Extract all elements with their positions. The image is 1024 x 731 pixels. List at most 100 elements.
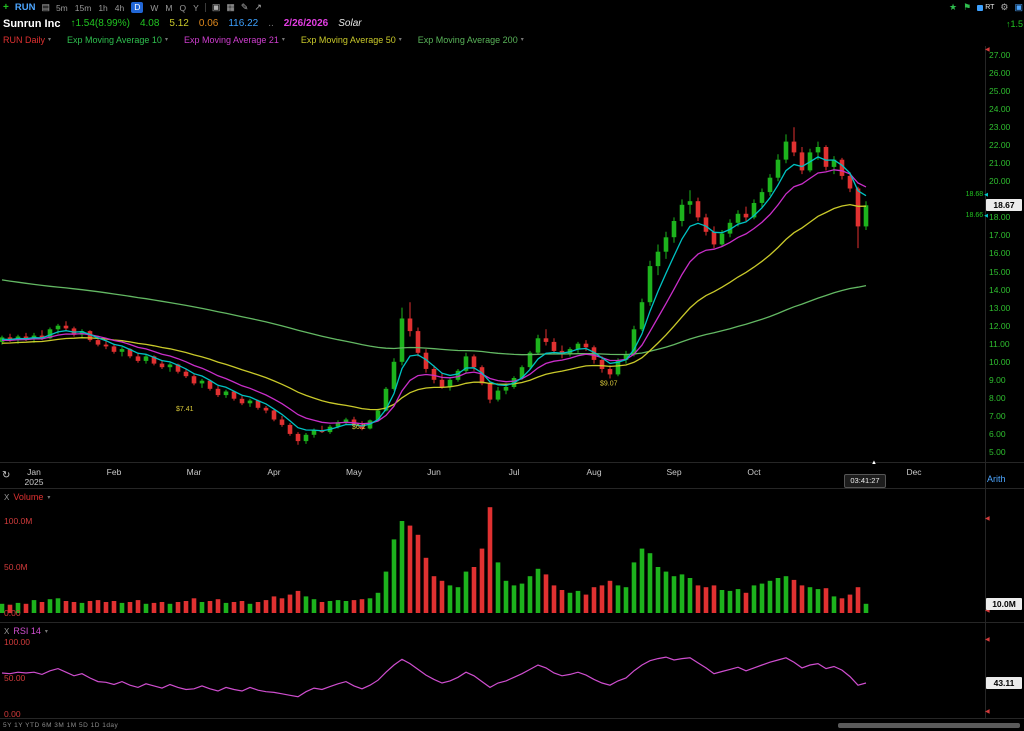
- price-axis-label: 13.00: [989, 303, 1010, 313]
- alert-marker-icon: ◀: [985, 47, 990, 53]
- rsi-pane[interactable]: X RSI 14 ▾ 100.0050.000.00 ◀ ◀ 43.11: [0, 622, 1024, 719]
- legend-item[interactable]: RUN Daily▾: [3, 35, 51, 45]
- add-symbol-icon[interactable]: +: [3, 2, 9, 13]
- month-label: Jun: [421, 467, 447, 477]
- month-label: Jul: [501, 467, 527, 477]
- rsi-axis-label: 50.00: [4, 673, 25, 683]
- indicator-legend: RUN Daily▾Exp Moving Average 10▾Exp Movi…: [0, 33, 1024, 46]
- price-axis-label: 10.00: [989, 357, 1010, 367]
- favorite-star-icon[interactable]: ★: [949, 2, 957, 13]
- price-axis-label: 5.00: [989, 447, 1006, 457]
- candlestick-chart[interactable]: $7.41$6.2$9.07: [0, 46, 985, 462]
- timeframe-m[interactable]: M: [165, 3, 172, 13]
- timeframe-1h[interactable]: 1h: [98, 3, 107, 13]
- scale-type-label[interactable]: Arith: [987, 474, 1006, 484]
- flag-icon[interactable]: ⚑: [963, 2, 971, 13]
- volume-bars[interactable]: [0, 489, 985, 622]
- year-label: 2025: [21, 477, 47, 487]
- month-label: Feb: [101, 467, 127, 477]
- timeframe-4h[interactable]: 4h: [115, 3, 124, 13]
- price-axis[interactable]: 27.0026.0025.0024.0023.0022.0021.0020.00…: [985, 46, 1024, 462]
- quote-separator: ..: [268, 18, 274, 29]
- price-axis-label: 24.00: [989, 104, 1010, 114]
- caret-down-icon: ▾: [165, 36, 168, 43]
- drawing-tools-icon[interactable]: ✎: [241, 2, 249, 13]
- reset-chart-icon[interactable]: ↻: [2, 470, 10, 481]
- stat-4: 116.22: [228, 18, 258, 29]
- layout-icon[interactable]: ▦: [226, 2, 235, 13]
- realtime-badge[interactable]: RT: [977, 4, 994, 11]
- timeframe-y[interactable]: Y: [193, 3, 199, 13]
- caret-down-icon: ▾: [48, 36, 51, 43]
- remove-rsi-button[interactable]: X: [4, 627, 9, 636]
- rsi-value-badge: 43.11: [986, 677, 1022, 689]
- alert-marker-icon: ◀: [985, 516, 990, 522]
- company-name: Sunrun Inc: [3, 18, 60, 30]
- volume-axis-label: 50.0M: [4, 562, 28, 572]
- price-axis-label: 16.00: [989, 248, 1010, 258]
- volume-pane[interactable]: X Volume ▾ 100.0M50.0M0.00 ◀ ◀ 10.0M: [0, 488, 1024, 622]
- quote-bar: Sunrun Inc ↑1.54(8.99%) 4.08 5.12 0.06 1…: [0, 15, 1024, 32]
- bid-price-label: 18.66◀: [946, 212, 988, 219]
- legend-item[interactable]: Exp Moving Average 21▾: [184, 35, 285, 45]
- legend-item-label: Exp Moving Average 200: [418, 35, 518, 45]
- timeframe-15m[interactable]: 15m: [75, 3, 92, 13]
- share-icon[interactable]: ↗: [254, 2, 262, 13]
- caret-down-icon: ▾: [45, 628, 48, 635]
- alert-marker-icon: ◀: [985, 709, 990, 715]
- symbol-menu-icon[interactable]: ▤: [41, 2, 50, 13]
- remove-volume-button[interactable]: X: [4, 493, 9, 502]
- month-label: Mar: [181, 467, 207, 477]
- countdown-timer: 03:41:27: [844, 474, 886, 488]
- ask-price-label: 18.68◀: [946, 191, 988, 198]
- legend-item-label: Exp Moving Average 21: [184, 35, 279, 45]
- price-change: ↑1.54(8.99%): [70, 18, 129, 29]
- settings-gear-icon[interactable]: ⚙: [1000, 2, 1008, 13]
- sector-label: Solar: [338, 18, 361, 29]
- volume-header[interactable]: X Volume ▾: [4, 492, 50, 502]
- snapshot-icon[interactable]: ▣: [212, 2, 221, 13]
- ask-arrow-icon: ◀: [984, 192, 988, 198]
- toolbar: + RUN ▤ 5m15m1h4hDWMQY ▣ ▦ ✎ ↗ ★ ⚑ RT ⚙ …: [0, 0, 1024, 15]
- svg-text:$9.07: $9.07: [600, 381, 618, 388]
- stat-1: 4.08: [140, 18, 159, 29]
- price-axis-label: 7.00: [989, 411, 1006, 421]
- price-axis-label: 27.00: [989, 50, 1010, 60]
- legend-item-label: Exp Moving Average 10: [67, 35, 162, 45]
- caret-down-icon: ▾: [521, 36, 524, 43]
- chat-icon[interactable]: ▣: [1014, 2, 1023, 13]
- mini-change: ↑1.5: [1006, 19, 1023, 29]
- bid-arrow-icon: ◀: [984, 213, 988, 219]
- rsi-header[interactable]: X RSI 14 ▾: [4, 626, 48, 636]
- price-axis-label: 26.00: [989, 68, 1010, 78]
- month-label: Aug: [581, 467, 607, 477]
- month-label: Dec: [901, 467, 927, 477]
- horizontal-scrollbar[interactable]: [838, 723, 1020, 728]
- range-shortcuts[interactable]: 5Y 1Y YTD 6M 3M 1M 5D 1D 1day: [3, 722, 118, 729]
- earnings-date: 2/26/2026: [284, 18, 329, 29]
- price-chart-pane[interactable]: $7.41$6.2$9.07 27.0026.0025.0024.0023.00…: [0, 46, 1024, 462]
- price-axis-label: 14.00: [989, 285, 1010, 295]
- price-axis-label: 20.00: [989, 176, 1010, 186]
- stat-2: 5.12: [169, 18, 188, 29]
- legend-item[interactable]: Exp Moving Average 50▾: [301, 35, 402, 45]
- rsi-indicator-label[interactable]: RSI 14: [13, 626, 41, 636]
- volume-indicator-label[interactable]: Volume: [13, 492, 43, 502]
- symbol-ticker[interactable]: RUN: [15, 2, 36, 13]
- price-axis-label: 25.00: [989, 86, 1010, 96]
- current-bar-marker-icon: ▲: [871, 460, 877, 466]
- rsi-line-chart[interactable]: [0, 623, 985, 719]
- caret-down-icon: ▾: [399, 36, 402, 43]
- legend-item-label: Exp Moving Average 50: [301, 35, 396, 45]
- timeframe-d[interactable]: D: [131, 2, 143, 13]
- timeframe-w[interactable]: W: [150, 3, 158, 13]
- legend-item[interactable]: Exp Moving Average 10▾: [67, 35, 168, 45]
- timeframe-5m[interactable]: 5m: [56, 3, 68, 13]
- axis-divider: [985, 46, 986, 718]
- time-axis[interactable]: ↻ JanFebMarAprMayJunJulAugSepOctDec 2025…: [0, 462, 1024, 489]
- month-label: Sep: [661, 467, 687, 477]
- timeframe-q[interactable]: Q: [180, 3, 187, 13]
- legend-item[interactable]: Exp Moving Average 200▾: [418, 35, 524, 45]
- volume-axis-label: 100.0M: [4, 516, 32, 526]
- rsi-axis-label: 100.00: [4, 637, 30, 647]
